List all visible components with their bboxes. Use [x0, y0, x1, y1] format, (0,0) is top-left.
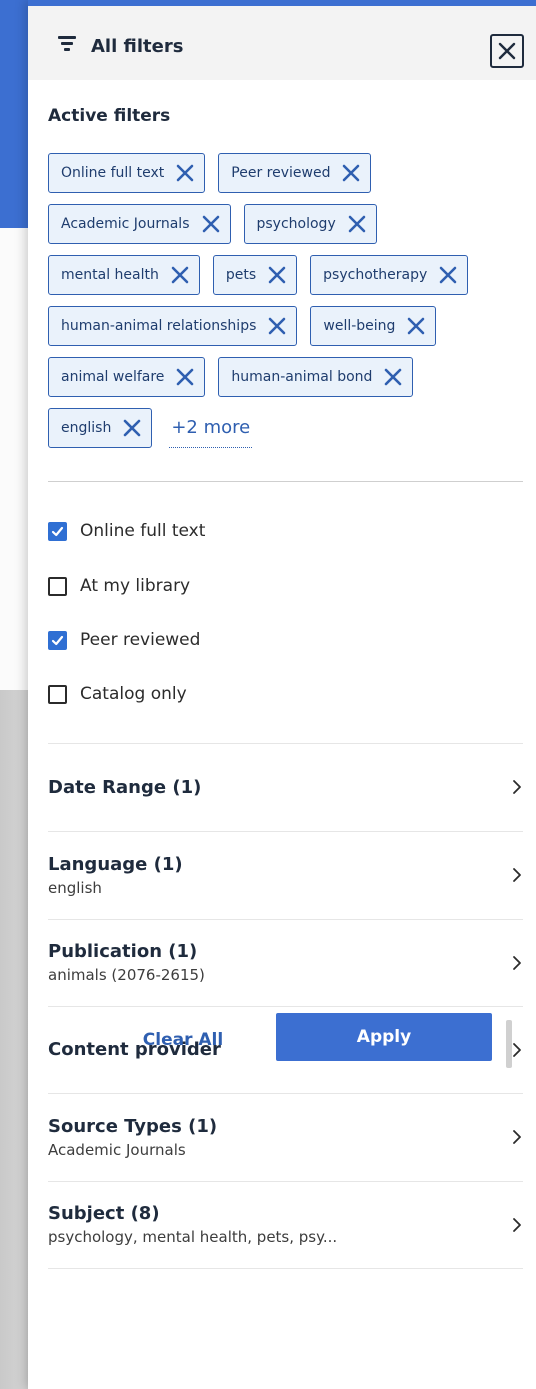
remove-chip-icon[interactable]	[383, 367, 403, 387]
close-icon	[498, 42, 516, 60]
remove-chip-icon[interactable]	[175, 163, 195, 183]
section-subtitle: english	[48, 878, 102, 897]
active-filter-chip[interactable]: english	[48, 408, 153, 448]
remove-chip-icon[interactable]	[438, 265, 458, 285]
section-title: Language (1)	[48, 853, 183, 875]
remove-chip-icon[interactable]	[201, 214, 221, 234]
section-title: Publication (1)	[48, 941, 198, 962]
chevron-right-icon	[511, 1217, 523, 1233]
show-more-filters-link[interactable]: +2 more	[169, 408, 253, 448]
filter-section[interactable]: Subject (8) psychology, mental health, pe…	[48, 1181, 523, 1268]
active-filter-chips: Online full text Peer reviewed Academic Jo…	[48, 153, 528, 448]
checkbox-label: Online full text	[80, 521, 206, 541]
section-title: Date Range (1)	[48, 776, 202, 798]
remove-chip-icon[interactable]	[175, 367, 195, 387]
active-filter-chip[interactable]: psychology	[243, 204, 377, 244]
filter-section[interactable]: Language (1) english	[48, 831, 523, 919]
checkbox-label: Catalog only	[80, 684, 187, 704]
remove-chip-icon[interactable]	[347, 214, 367, 234]
chip-label: well-being	[323, 318, 396, 334]
remove-chip-icon[interactable]	[341, 163, 361, 183]
checkbox-row[interactable]: Catalog only	[48, 684, 187, 704]
checkbox-row[interactable]: Peer reviewed	[48, 630, 200, 650]
section-subtitle: animals (2076-2615)	[48, 966, 205, 984]
section-title: Subject (8)	[48, 1203, 160, 1224]
active-filter-chip[interactable]: mental health	[48, 255, 200, 295]
divider	[48, 481, 523, 482]
active-filters-heading: Active filters	[48, 106, 171, 126]
remove-chip-icon[interactable]	[267, 265, 287, 285]
checkbox-row[interactable]: Online full text	[48, 521, 205, 541]
active-filter-chip[interactable]: Online full text	[48, 153, 206, 193]
active-filter-chip[interactable]: Academic Journals	[48, 204, 231, 244]
panel-title: All filters	[91, 36, 184, 57]
chevron-right-icon	[511, 955, 523, 971]
section-subtitle: psychology, mental health, pets, psy...	[48, 1228, 338, 1246]
remove-chip-icon[interactable]	[267, 316, 287, 336]
checkbox[interactable]	[48, 576, 67, 596]
close-button[interactable]	[490, 34, 524, 68]
checkmark-icon	[51, 526, 64, 536]
chevron-right-icon	[511, 1042, 523, 1058]
checkbox-label: Peer reviewed	[80, 630, 201, 650]
chip-label: pets	[225, 267, 257, 283]
section-subtitle: Academic Journals	[48, 1140, 186, 1159]
chip-label: human-animal relationships	[61, 318, 257, 334]
checkbox-label: At my library	[80, 576, 191, 596]
chip-label: human-animal bond	[231, 369, 373, 385]
checkbox-checked[interactable]	[48, 630, 67, 650]
chip-label: Academic Journals	[61, 216, 190, 232]
active-filter-chip[interactable]: psychotherapy	[310, 255, 469, 295]
chip-label: Peer reviewed	[231, 165, 331, 181]
chevron-right-icon	[511, 779, 523, 795]
remove-chip-icon[interactable]	[170, 265, 190, 285]
checkbox-checked[interactable]	[48, 521, 67, 541]
remove-chip-icon[interactable]	[406, 316, 426, 336]
checkmark-icon	[51, 635, 64, 645]
active-filter-chip[interactable]: Peer reviewed	[218, 153, 372, 193]
remove-chip-icon[interactable]	[122, 418, 142, 438]
chip-label: mental health	[61, 267, 159, 283]
section-title: Source Types (1)	[48, 1115, 218, 1137]
filter-icon	[58, 36, 76, 52]
active-filter-chip[interactable]: human-animal bond	[218, 357, 414, 397]
apply-button[interactable]: Apply	[276, 1013, 492, 1061]
chip-label: psychology	[256, 216, 336, 232]
active-filter-chip[interactable]: human-animal relationships	[48, 306, 298, 346]
panel-header: All filters	[28, 0, 536, 80]
chevron-right-icon	[511, 867, 523, 883]
chevron-right-icon	[511, 1129, 523, 1145]
checkbox-row[interactable]: At my library	[48, 576, 190, 596]
chip-label: english	[61, 420, 112, 436]
all-filters-panel: All filters Active filters Online full t…	[28, 0, 536, 1389]
filter-section[interactable]: Publication (1) animals (2076-2615)	[48, 919, 523, 1006]
clear-all-button[interactable]: Clear All	[113, 1023, 253, 1057]
section-divider	[48, 1268, 523, 1269]
checkbox[interactable]	[48, 684, 67, 704]
active-filter-chip[interactable]: animal welfare	[48, 357, 206, 397]
active-filter-chip[interactable]: well-being	[310, 306, 437, 346]
chip-label: Online full text	[61, 165, 165, 181]
chip-label: psychotherapy	[323, 267, 428, 283]
filter-section[interactable]: Source Types (1) Academic Journals	[48, 1093, 523, 1181]
chip-label: animal welfare	[61, 369, 165, 385]
active-filter-chip[interactable]: pets	[212, 255, 298, 295]
apply-shadow	[506, 1020, 512, 1068]
filter-section[interactable]: Date Range (1)	[48, 743, 523, 831]
